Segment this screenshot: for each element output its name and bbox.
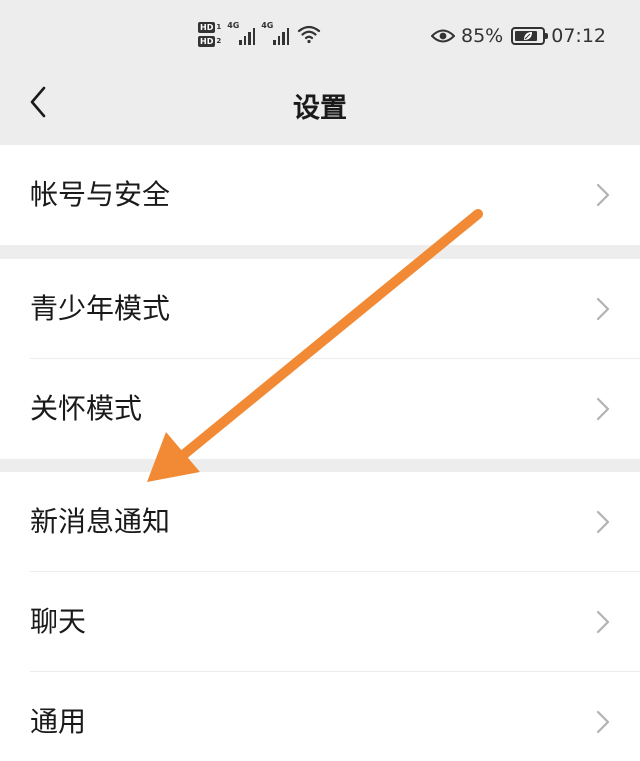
status-bar: HD 1 HD 2 4G 4G 85% 07:12 — [0, 0, 640, 72]
chevron-right-icon — [596, 297, 610, 321]
status-bar-right: 85% 07:12 — [431, 22, 606, 50]
signal-icon: 4G — [261, 21, 290, 45]
settings-screen: HD 1 HD 2 4G 4G 85% 07:12 设置 帐号与安全 青少年模式… — [0, 0, 640, 761]
list-item-account-security[interactable]: 帐号与安全 — [0, 145, 640, 245]
clock: 07:12 — [551, 25, 606, 47]
list-item-label: 帐号与安全 — [30, 178, 171, 211]
nav-bar: 设置 — [0, 72, 640, 144]
chevron-right-icon — [596, 183, 610, 207]
list-item-chat[interactable]: 聊天 — [0, 572, 640, 672]
hd-badge-2: HD 2 — [198, 35, 222, 47]
list-item-label: 新消息通知 — [30, 505, 171, 538]
wifi-icon — [298, 25, 321, 44]
list-item-new-message-notification[interactable]: 新消息通知 — [0, 472, 640, 572]
sim-number: 2 — [216, 36, 222, 45]
chevron-right-icon — [596, 510, 610, 534]
list-item-general[interactable]: 通用 — [0, 672, 640, 761]
list-item-teen-mode[interactable]: 青少年模式 — [0, 259, 640, 359]
status-bar-left: HD 1 HD 2 4G 4G — [198, 18, 321, 50]
list-item-label: 青少年模式 — [30, 292, 171, 325]
settings-group-account: 帐号与安全 — [0, 145, 640, 245]
eye-icon — [431, 29, 455, 43]
chevron-right-icon — [596, 610, 610, 634]
list-item-care-mode[interactable]: 关怀模式 — [0, 359, 640, 459]
list-item-label: 关怀模式 — [30, 392, 143, 425]
settings-group-general: 新消息通知 聊天 通用 — [0, 472, 640, 761]
hd-badges: HD 1 HD 2 — [198, 21, 222, 47]
list-item-label: 通用 — [30, 705, 87, 738]
hd-label: HD — [198, 21, 216, 33]
hd-label: HD — [198, 35, 216, 47]
network-type: 4G — [227, 21, 240, 30]
settings-group-modes: 青少年模式 关怀模式 — [0, 259, 640, 459]
list-item-label: 聊天 — [30, 605, 87, 638]
battery-percent: 85% — [461, 25, 504, 47]
leaf-icon — [524, 32, 533, 40]
sim-number: 1 — [216, 22, 222, 31]
network-type: 4G — [261, 21, 274, 30]
hd-badge-1: HD 1 — [198, 21, 222, 33]
page-title: 设置 — [293, 93, 347, 124]
chevron-right-icon — [596, 710, 610, 734]
signal-icon: 4G — [227, 21, 256, 45]
battery-icon — [511, 27, 549, 45]
chevron-right-icon — [596, 397, 610, 421]
